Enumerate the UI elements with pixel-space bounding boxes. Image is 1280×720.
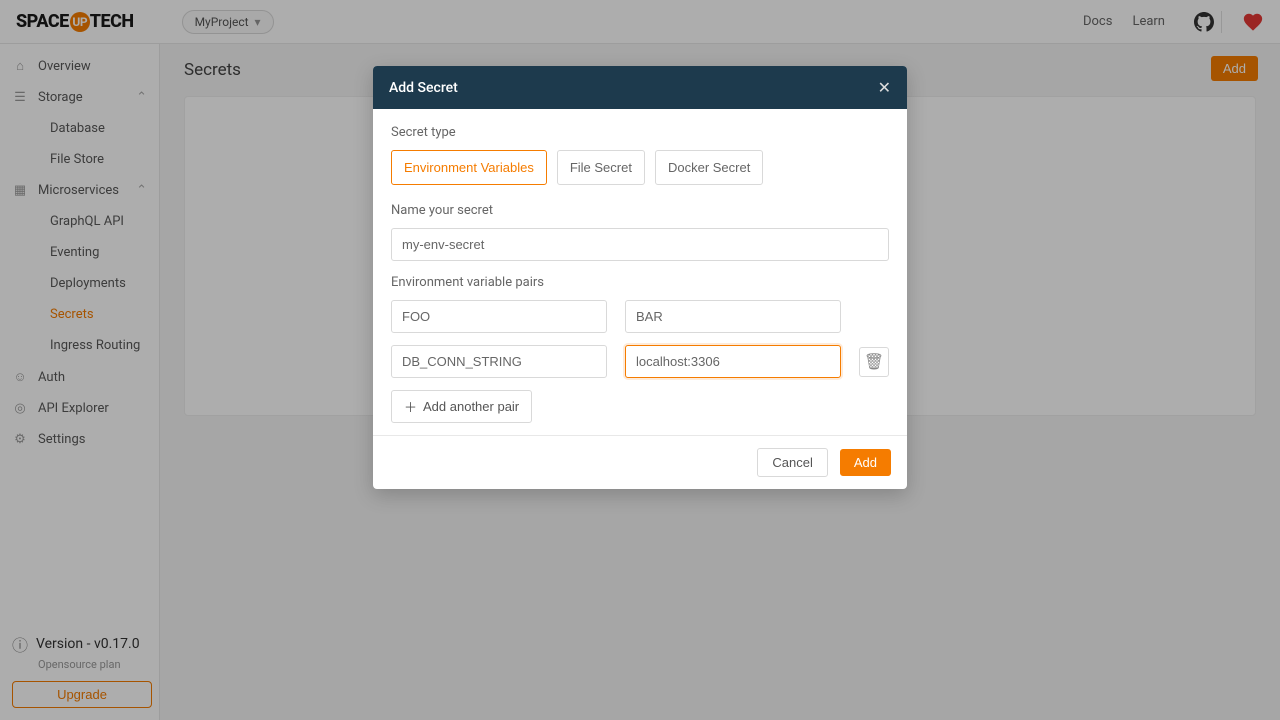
modal-body: Secret type Environment Variables File S…: [373, 109, 907, 435]
env-key-input[interactable]: [391, 300, 607, 333]
type-docker-button[interactable]: Docker Secret: [655, 150, 763, 185]
modal-footer: Cancel Add: [373, 435, 907, 489]
secret-type-group: Environment Variables File Secret Docker…: [391, 150, 889, 185]
add-button[interactable]: Add: [840, 449, 891, 476]
env-pair-row: [391, 300, 889, 333]
env-key-input[interactable]: [391, 345, 607, 378]
modal-title: Add Secret: [389, 80, 458, 96]
type-env-button[interactable]: Environment Variables: [391, 150, 547, 185]
trash-icon: 🗑: [864, 352, 884, 371]
plus-icon: ＋: [404, 397, 417, 416]
delete-pair-button[interactable]: 🗑: [859, 347, 889, 377]
modal-header: Add Secret ✕: [373, 66, 907, 109]
modal-overlay[interactable]: Add Secret ✕ Secret type Environment Var…: [0, 0, 1280, 720]
close-icon[interactable]: ✕: [878, 78, 891, 97]
type-file-button[interactable]: File Secret: [557, 150, 645, 185]
cancel-button[interactable]: Cancel: [757, 448, 827, 477]
pairs-label: Environment variable pairs: [391, 275, 889, 290]
secret-type-label: Secret type: [391, 125, 889, 140]
add-pair-label: Add another pair: [423, 399, 519, 414]
env-value-input[interactable]: [625, 300, 841, 333]
env-pair-row: 🗑: [391, 345, 889, 378]
add-secret-modal: Add Secret ✕ Secret type Environment Var…: [373, 66, 907, 489]
add-pair-button[interactable]: ＋ Add another pair: [391, 390, 532, 423]
name-label: Name your secret: [391, 203, 889, 218]
secret-name-input[interactable]: [391, 228, 889, 261]
env-value-input[interactable]: [625, 345, 841, 378]
